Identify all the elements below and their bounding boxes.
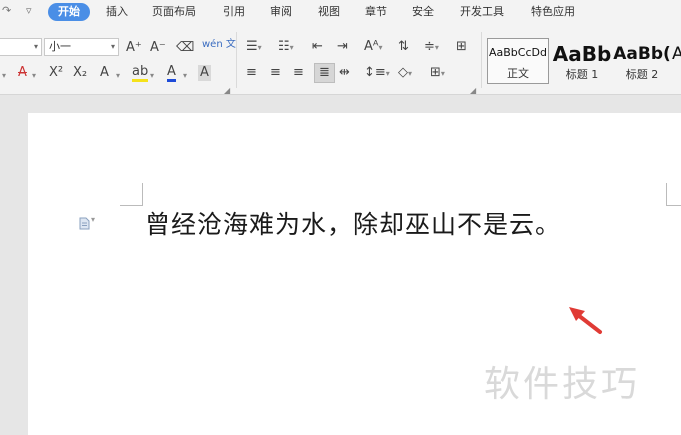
tab-home[interactable]: 开始: [48, 3, 90, 21]
align-center-button[interactable]: ≡: [270, 65, 281, 81]
numbered-list-button[interactable]: ☷▾: [278, 39, 294, 56]
style-heading-2-sample: AaBb(: [613, 44, 671, 64]
style-next-sample: A: [672, 44, 681, 64]
tab-page-layout[interactable]: 页面布局: [152, 3, 196, 21]
strikethrough-button[interactable]: A: [18, 65, 27, 81]
text-effect-dropdown[interactable]: ▾: [116, 67, 120, 84]
tab-references[interactable]: 引用: [223, 3, 245, 21]
strikethrough-dropdown[interactable]: ▾: [32, 67, 36, 84]
highlight-dropdown[interactable]: ▾: [150, 67, 154, 84]
decrease-indent-button[interactable]: ⇤: [312, 39, 323, 55]
ribbon-toolbar: ▾ 小一 ▾ A⁺ A⁻ ⌫ wén 文 ▾ A ▾ X² X₂ A ▾ ab ▾…: [0, 24, 681, 95]
font-color-button[interactable]: A: [167, 65, 176, 82]
style-next[interactable]: A: [672, 38, 681, 84]
style-normal[interactable]: AaBbCcDd 正文: [487, 38, 549, 84]
style-heading-2-label: 标题 2: [625, 68, 659, 81]
align-left-button[interactable]: ≡: [246, 65, 257, 81]
document-body-text[interactable]: 曾经沧海难为水，除却巫山不是云。: [145, 205, 561, 241]
increase-indent-button[interactable]: ⇥: [337, 39, 348, 55]
justify-button[interactable]: ≣: [314, 63, 335, 83]
paragraph-handle-icon[interactable]: ▾: [79, 215, 95, 234]
tab-chapter[interactable]: 章节: [365, 3, 387, 21]
subscript-button[interactable]: X₂: [73, 65, 87, 81]
tab-security[interactable]: 安全: [412, 3, 434, 21]
distributed-align-button[interactable]: ⇹: [339, 65, 350, 81]
margin-corner-right: [666, 183, 681, 206]
font-size-value: 小一: [49, 40, 71, 53]
red-arrow-icon: [569, 307, 602, 334]
tab-review[interactable]: 审阅: [270, 3, 292, 21]
sort-button[interactable]: ⇅: [398, 39, 409, 55]
change-case-button[interactable]: Aᴬ▾: [364, 39, 383, 56]
style-normal-label: 正文: [507, 67, 529, 80]
menu-bar: ↷ ▿ 开始 插入 页面布局 引用 审阅 视图 章节 安全 开发工具 特色应用: [0, 0, 681, 24]
text-effect-button[interactable]: A: [100, 65, 109, 81]
superscript-button[interactable]: X²: [49, 65, 63, 81]
tab-view[interactable]: 视图: [318, 3, 340, 21]
style-heading-2[interactable]: AaBb( 标题 2: [612, 38, 672, 84]
group-divider: [236, 32, 237, 88]
watermark-text: 软件技巧: [484, 364, 641, 405]
redo-icon[interactable]: ↷: [2, 4, 11, 17]
char-shading-button[interactable]: A: [198, 65, 211, 81]
style-heading-1[interactable]: AaBb 标题 1: [552, 38, 612, 84]
quick-access-dropdown[interactable]: ▿: [26, 4, 32, 17]
tab-featured-apps[interactable]: 特色应用: [531, 3, 575, 21]
font-name-select[interactable]: ▾: [0, 38, 42, 56]
pinyin-guide-button[interactable]: wén 文: [202, 37, 236, 53]
clear-format-button[interactable]: ⌫: [176, 40, 194, 56]
align-right-button[interactable]: ≡: [293, 65, 304, 81]
margin-corner-left: [120, 183, 143, 206]
shrink-font-button[interactable]: A⁻: [150, 40, 166, 56]
show-marks-button[interactable]: ≑▾: [424, 39, 439, 56]
highlight-button[interactable]: ab: [132, 65, 149, 82]
grow-font-button[interactable]: A⁺: [126, 40, 142, 56]
underline-dropdown[interactable]: ▾: [2, 67, 6, 84]
line-spacing-button[interactable]: ↕≡▾: [364, 65, 390, 82]
style-normal-sample: AaBbCcDd: [489, 46, 547, 59]
font-size-select[interactable]: 小一 ▾: [44, 38, 119, 56]
shading-button[interactable]: ◇▾: [398, 65, 412, 82]
group-divider: [481, 32, 482, 88]
tab-developer-tools[interactable]: 开发工具: [460, 3, 504, 21]
style-heading-1-label: 标题 1: [565, 68, 599, 81]
tab-insert[interactable]: 插入: [106, 3, 128, 21]
borders-button[interactable]: ⊞▾: [430, 65, 445, 82]
table-grid-button[interactable]: ⊞: [456, 39, 467, 55]
font-color-dropdown[interactable]: ▾: [183, 67, 187, 84]
bullet-list-button[interactable]: ☰▾: [246, 39, 262, 56]
style-heading-1-sample: AaBb: [552, 42, 612, 66]
